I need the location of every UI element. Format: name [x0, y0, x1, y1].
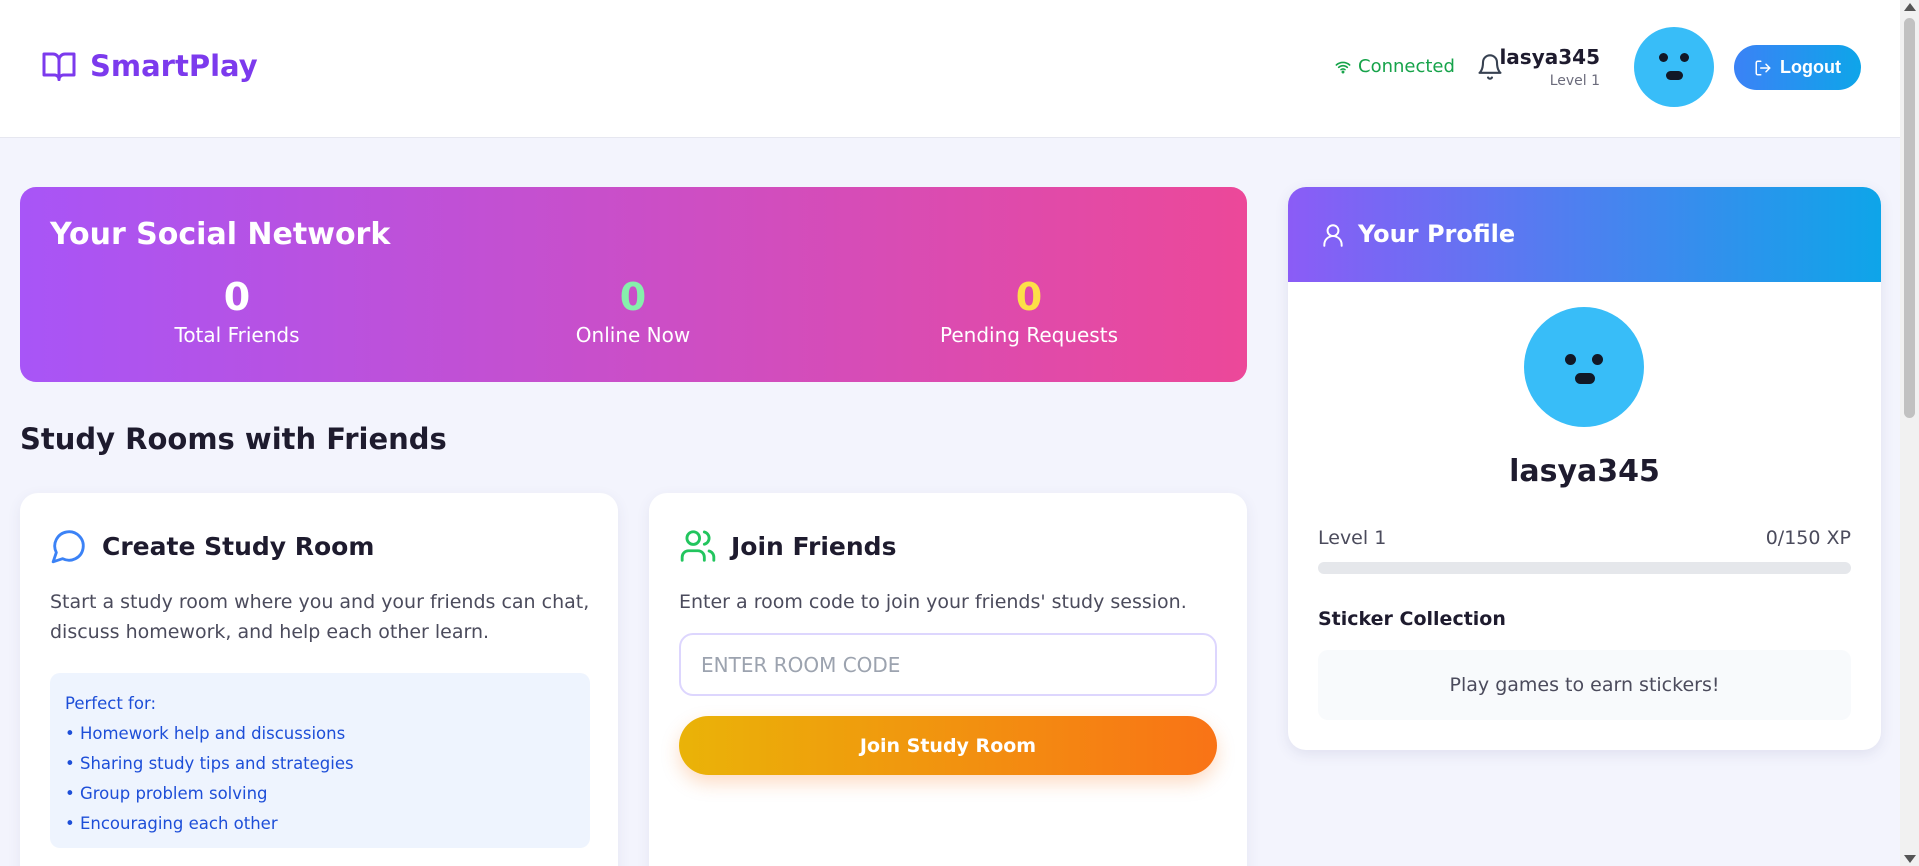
- sticker-empty-state: Play games to earn stickers!: [1318, 650, 1851, 720]
- avatar-eye-left: [1565, 354, 1576, 365]
- stat-online-now: 0 Online Now: [483, 275, 783, 347]
- card-title: Join Friends: [731, 531, 897, 561]
- profile-avatar[interactable]: [1524, 307, 1644, 427]
- profile-header: Your Profile: [1288, 187, 1881, 282]
- avatar[interactable]: [1634, 27, 1714, 107]
- stat-value: 0: [619, 275, 647, 319]
- join-friends-card: Join Friends Enter a room code to join y…: [649, 493, 1247, 866]
- card-title: Create Study Room: [102, 531, 375, 561]
- avatar-eye-right: [1680, 53, 1689, 62]
- wifi-icon: [1335, 61, 1351, 73]
- sticker-collection-title: Sticker Collection: [1318, 608, 1506, 630]
- header-level: Level 1: [1549, 73, 1600, 89]
- stat-total-friends: 0 Total Friends: [87, 275, 387, 347]
- perfect-for-title: Perfect for:: [65, 694, 156, 713]
- perfect-for-box: Perfect for: • Homework help and discuss…: [50, 673, 590, 848]
- stat-value: 0: [1015, 275, 1043, 319]
- list-item: • Group problem solving: [65, 784, 268, 803]
- profile-xp: 0/150 XP: [1765, 527, 1851, 549]
- scroll-thumb[interactable]: [1904, 18, 1915, 418]
- logout-button[interactable]: Logout: [1734, 45, 1861, 90]
- social-network-card: Your Social Network 0 Total Friends 0 On…: [20, 187, 1247, 382]
- app-name: SmartPlay: [90, 49, 258, 83]
- card-description: Enter a room code to join your friends' …: [679, 591, 1187, 613]
- room-code-input[interactable]: [679, 633, 1217, 696]
- top-header: SmartPlay Connected lasya345 Level 1 Log…: [0, 0, 1900, 138]
- card-header: Join Friends: [679, 527, 896, 565]
- social-network-title: Your Social Network: [50, 217, 391, 252]
- profile-title: Your Profile: [1358, 220, 1516, 248]
- logout-icon: [1755, 60, 1771, 75]
- stat-label: Pending Requests: [940, 322, 1118, 347]
- users-icon: [680, 530, 716, 562]
- stat-value: 0: [223, 275, 251, 319]
- logout-label: Logout: [1780, 57, 1841, 77]
- join-study-room-button[interactable]: Join Study Room: [679, 716, 1217, 775]
- user-icon: [1323, 224, 1343, 247]
- section-title: Study Rooms with Friends: [20, 422, 447, 456]
- create-study-room-card: Create Study Room Start a study room whe…: [20, 493, 618, 866]
- header-username: lasya345: [1499, 45, 1600, 69]
- list-item: • Sharing study tips and strategies: [65, 754, 354, 773]
- card-description: Start a study room where you and your fr…: [50, 591, 590, 643]
- list-item: • Encouraging each other: [65, 814, 278, 833]
- book-icon: [42, 52, 76, 81]
- user-info: lasya345 Level 1: [1499, 45, 1600, 89]
- avatar-eye-right: [1592, 354, 1603, 365]
- list-item: • Homework help and discussions: [65, 724, 346, 743]
- avatar-mouth: [1666, 71, 1683, 80]
- stat-label: Total Friends: [174, 322, 300, 347]
- avatar-mouth: [1575, 373, 1595, 384]
- stat-pending-requests: 0 Pending Requests: [879, 275, 1179, 347]
- connection-status-label: Connected: [1358, 56, 1455, 77]
- profile-level: Level 1: [1318, 527, 1387, 549]
- profile-card: Your Profile lasya345 Level 1 0/150 XP S…: [1288, 187, 1881, 750]
- app-logo[interactable]: SmartPlay: [40, 48, 258, 84]
- scroll-down-arrow[interactable]: [1904, 855, 1916, 863]
- profile-username: lasya345: [1509, 454, 1660, 489]
- stat-label: Online Now: [575, 322, 691, 347]
- xp-progress-bar: [1318, 562, 1851, 574]
- scrollbar[interactable]: [1900, 0, 1919, 866]
- scroll-up-arrow[interactable]: [1904, 3, 1916, 11]
- chat-bubble-icon: [51, 530, 85, 564]
- connection-status: Connected: [1334, 56, 1455, 77]
- card-header: Create Study Room: [50, 527, 374, 565]
- avatar-eye-left: [1659, 53, 1668, 62]
